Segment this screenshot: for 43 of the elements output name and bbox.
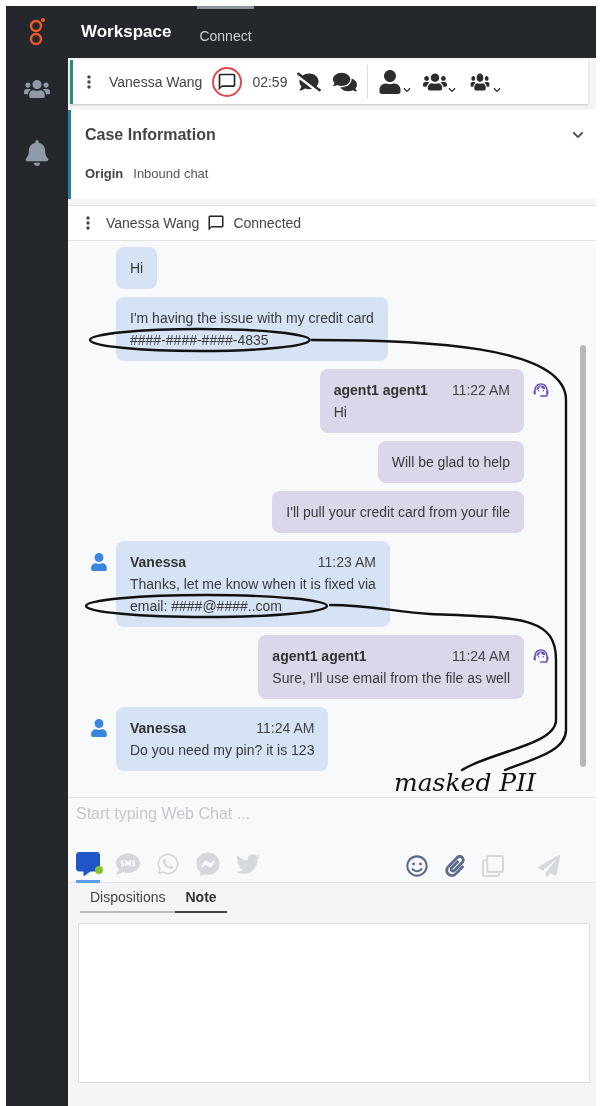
annotation-label: masked PII [394, 768, 536, 797]
person-avatar-icon [90, 553, 108, 571]
paperclip-icon[interactable] [444, 854, 466, 877]
message-time: 11:22 AM [451, 381, 510, 400]
scrollbar[interactable] [580, 345, 586, 767]
message-text: I'll pull your credit card from your file [286, 503, 510, 522]
person-avatar-icon [90, 719, 108, 737]
message-text: I'm having the issue with my credit card ####-####-####-4835 [130, 309, 374, 350]
sender-name: Vanessa [130, 553, 187, 572]
bell-icon[interactable] [24, 140, 50, 166]
agent-avatar-icon [532, 647, 550, 665]
party-status: Connected [233, 215, 302, 231]
agent-avatar-icon [532, 381, 550, 399]
chat-icon[interactable] [212, 67, 243, 97]
message-time: 11:23 AM [317, 553, 376, 572]
message-text: Will be glad to help [391, 453, 510, 472]
chat-icon [207, 214, 226, 232]
chevron-icon[interactable] [572, 129, 584, 141]
panel-tab[interactable]: Note [175, 885, 227, 913]
contact-name: Vanessa Wang [109, 74, 203, 90]
message-text: Hi [333, 403, 348, 422]
message-text: Do you need my pin? it is 123 [130, 741, 315, 760]
party-name: Vanessa Wang [106, 215, 200, 231]
timer: 02:59 [252, 74, 288, 90]
message-time: 11:24 AM [256, 719, 315, 738]
case-title: Case Information [85, 126, 216, 144]
field-label: Origin [85, 166, 124, 181]
message-text: Thanks, let me know when it is fixed via email: ####@####..com [130, 575, 376, 616]
field-value: Inbound chat [133, 166, 209, 181]
panel-tab[interactable]: Dispositions [80, 885, 176, 913]
transfer-person-icon[interactable] [378, 70, 412, 94]
sender-name: agent1 agent1 [272, 647, 367, 666]
sender-name: Vanessa [130, 719, 187, 738]
message-time: 11:24 AM [451, 647, 510, 666]
end-chat-icon[interactable] [297, 70, 322, 94]
message-text: Sure, I'll use email from the file as well [272, 669, 510, 688]
smiley-icon[interactable] [406, 854, 428, 877]
sender-name: agent1 agent1 [333, 381, 428, 400]
message-text: Hi [130, 259, 144, 278]
note-field[interactable] [78, 923, 590, 1083]
logo [28, 17, 46, 47]
chat-bubbles-icon[interactable] [333, 70, 358, 94]
app-title: Workspace [81, 22, 172, 42]
